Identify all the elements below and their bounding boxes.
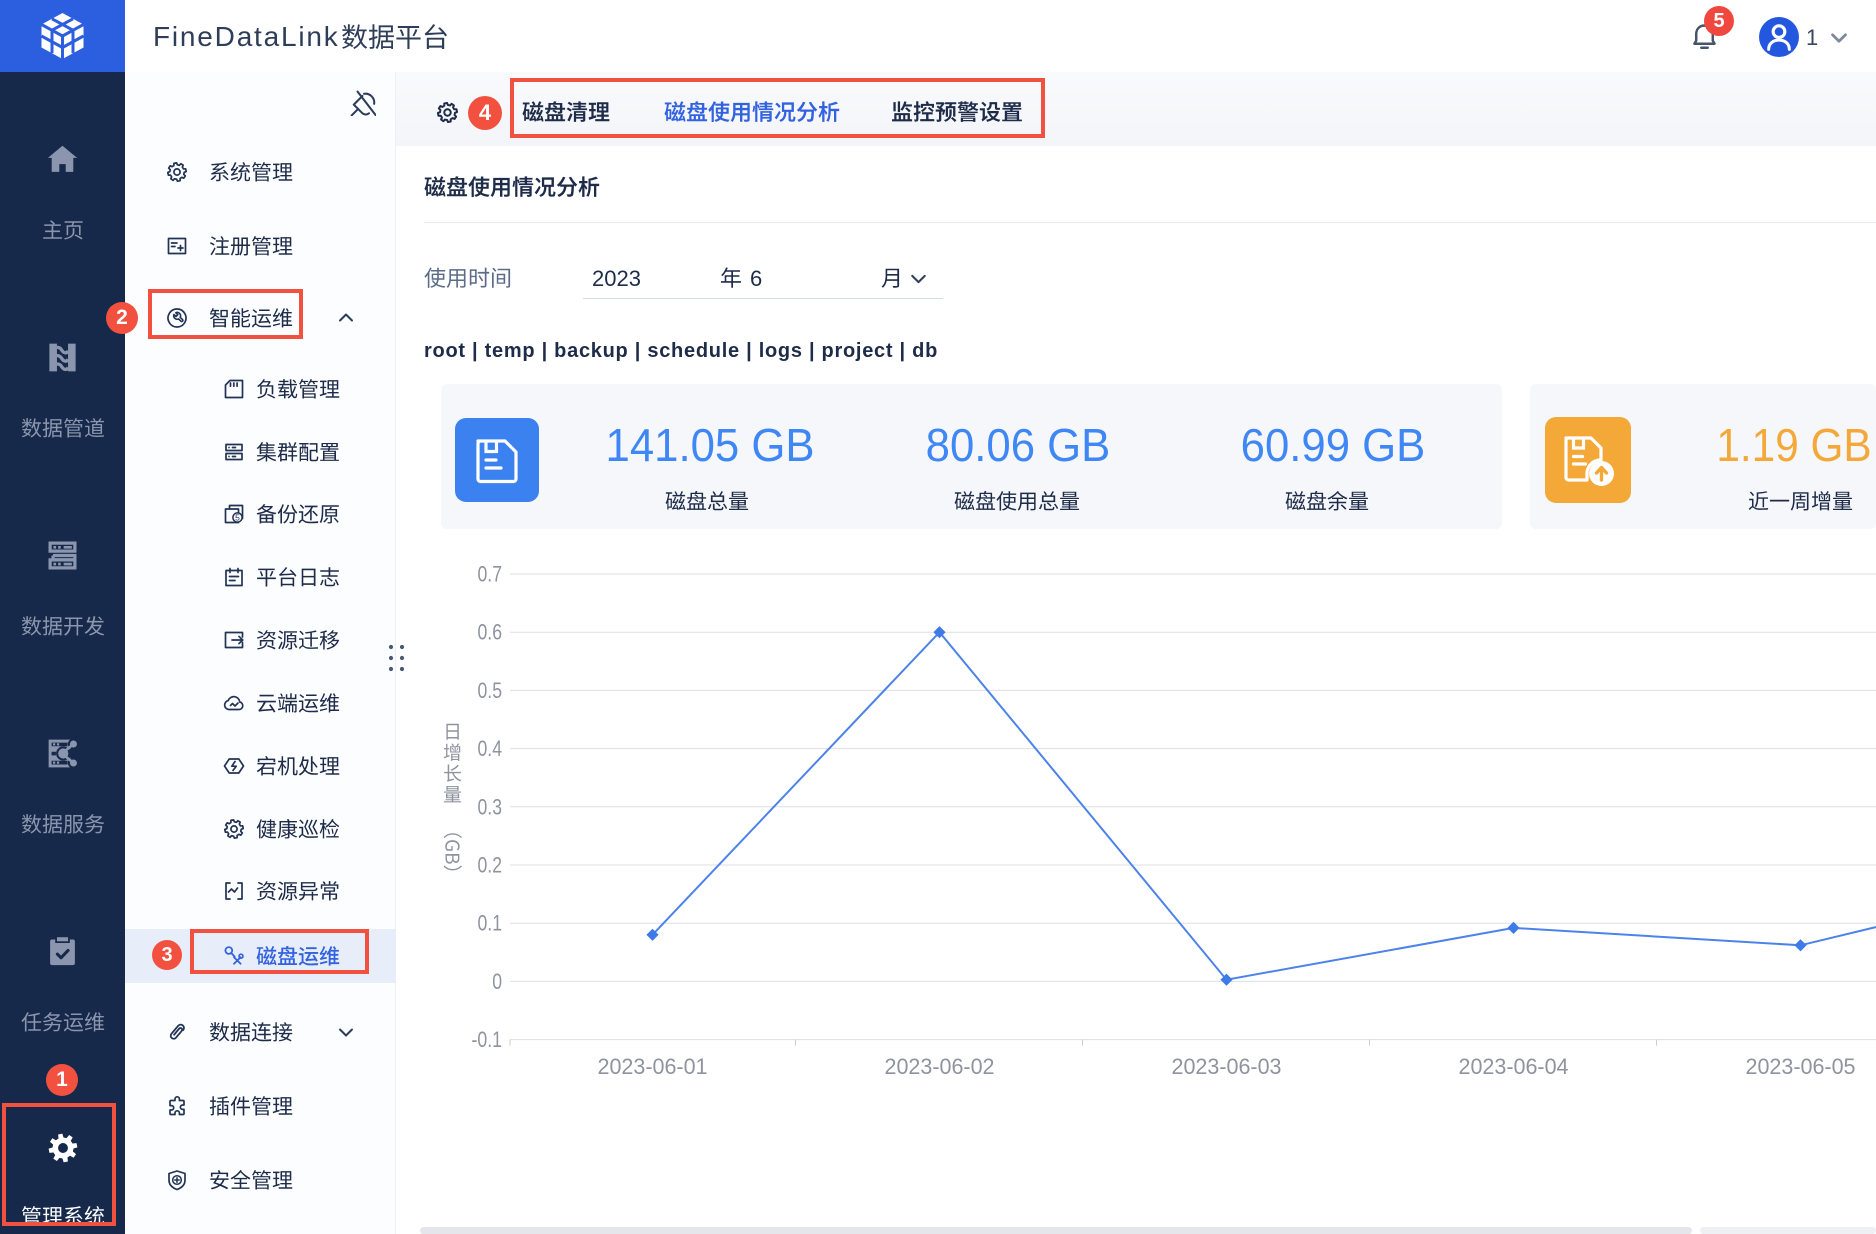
svg-text:2023-06-03: 2023-06-03	[1172, 1054, 1282, 1079]
svg-text:0.6: 0.6	[478, 620, 503, 645]
svg-text:5: 5	[235, 513, 240, 523]
svg-text:0: 0	[492, 969, 502, 994]
svg-text:2023-06-04: 2023-06-04	[1459, 1054, 1569, 1079]
svg-text:0.2: 0.2	[478, 853, 503, 878]
svg-text:0.5: 0.5	[478, 678, 503, 703]
svg-text:0.7: 0.7	[478, 562, 503, 587]
svg-text:2023-06-01: 2023-06-01	[598, 1054, 708, 1079]
svg-text:0.3: 0.3	[478, 794, 503, 819]
svg-text:0.4: 0.4	[478, 736, 503, 761]
svg-text:0.1: 0.1	[478, 911, 503, 936]
svg-text:2023-06-02: 2023-06-02	[885, 1054, 995, 1079]
svg-text:-0.1: -0.1	[472, 1027, 503, 1052]
svg-text:2023-06-05: 2023-06-05	[1746, 1054, 1856, 1079]
